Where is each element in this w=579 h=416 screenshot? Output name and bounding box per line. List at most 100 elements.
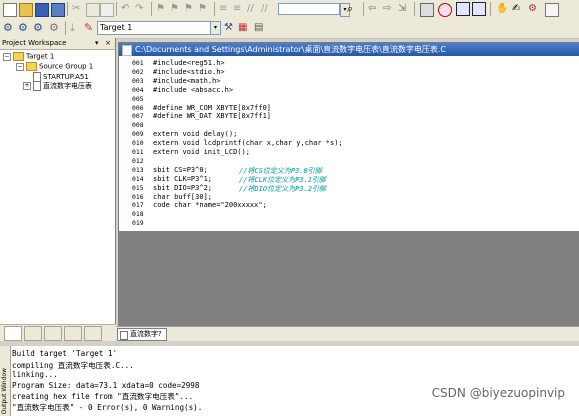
line-number: 004 bbox=[132, 85, 144, 94]
workspace-tabs bbox=[0, 324, 116, 341]
code-text: extern void lcdprintf(char x,char y,char… bbox=[153, 139, 343, 148]
code-text: sbit DIO=P3^2; bbox=[153, 183, 213, 192]
clear-bookmarks-icon[interactable]: ⚑ bbox=[198, 3, 210, 15]
download-icon[interactable]: ⤓ bbox=[70, 22, 82, 34]
code-text: #define WR_COM XBYTE[0x7ff0] bbox=[153, 103, 272, 112]
select-device-icon[interactable]: ⚒ bbox=[224, 22, 236, 34]
bookmark-icon[interactable]: ⚑ bbox=[156, 3, 168, 15]
fold-column bbox=[150, 57, 152, 231]
line-number: 010 bbox=[132, 139, 144, 148]
code-line: #define WR_COM XBYTE[0x7ff0] bbox=[153, 104, 271, 112]
tree-item-main-c[interactable]: + 直流数字电压表 bbox=[23, 81, 92, 91]
save-all-icon[interactable] bbox=[51, 3, 65, 17]
registers-tab-icon[interactable] bbox=[24, 326, 42, 341]
rebuild-icon[interactable]: ⚙ bbox=[33, 22, 45, 34]
code-line: extern void init_LCD(); bbox=[153, 148, 250, 156]
hand-icon[interactable]: ✋ bbox=[496, 3, 508, 15]
line-number: 019 bbox=[132, 219, 144, 228]
group-folder-icon bbox=[26, 62, 37, 71]
code-line: #include<math.h> bbox=[153, 77, 220, 85]
open-folder-icon[interactable] bbox=[19, 3, 33, 17]
code-text: #define WR_DAT XBYTE[0x7ff1] bbox=[153, 112, 272, 121]
code-line: #include<reg51.h> bbox=[153, 59, 225, 67]
line-number: 015 bbox=[132, 183, 144, 192]
stop-build-icon[interactable]: ⚙ bbox=[49, 22, 61, 34]
nav-back-icon[interactable]: ⇦ bbox=[368, 3, 380, 15]
manage-components-icon[interactable]: ▦ bbox=[238, 22, 250, 34]
collapse-icon[interactable]: − bbox=[16, 62, 24, 71]
line-number-gutter: 001 002 003 004 005 006 007 008 009 010 011 012 013 0… bbox=[119, 57, 149, 231]
debug-icon[interactable] bbox=[438, 3, 452, 17]
code-text: #include<math.h> bbox=[153, 76, 221, 85]
functions-tab-icon[interactable] bbox=[64, 326, 82, 341]
configure-icon[interactable]: ⚙ bbox=[528, 3, 540, 15]
output-line: Program Size: data=73.1 xdata=0 code=299… bbox=[12, 380, 200, 390]
tab-main-c[interactable]: 直流数字? bbox=[117, 328, 167, 341]
line-number: 005 bbox=[132, 94, 144, 103]
new-file-icon[interactable] bbox=[3, 3, 17, 17]
templates-tab-icon[interactable] bbox=[84, 326, 102, 341]
tree-item-source-group[interactable]: − Source Group 1 bbox=[16, 62, 93, 72]
output-window: Output Window Build target 'Target 1' com… bbox=[0, 344, 579, 416]
target-select[interactable]: Target 1 bbox=[97, 21, 213, 35]
line-number: 018 bbox=[132, 210, 144, 219]
expand-icon[interactable]: + bbox=[23, 82, 31, 90]
pin-icon[interactable]: ▾ bbox=[95, 38, 99, 49]
save-icon[interactable] bbox=[35, 3, 49, 17]
output-line: compiling 直流数字电压表.C... bbox=[12, 360, 134, 370]
nav-forward-icon[interactable]: ⇨ bbox=[383, 3, 395, 15]
build-icon[interactable]: ⚙ bbox=[18, 22, 30, 34]
watermark: CSDN @biyezuopinvip bbox=[431, 386, 565, 400]
books-tab-icon[interactable] bbox=[44, 326, 62, 341]
redo-icon[interactable]: ↷ bbox=[135, 3, 147, 15]
build-toolbar: ⚙ ⚙ ⚙ ⚙ ⤓ ✎ Target 1 ▾ ⚒ ▦ ▤ bbox=[0, 18, 579, 39]
options-for-target-icon[interactable]: ✎ bbox=[84, 22, 96, 34]
next-bookmark-icon[interactable]: ⚑ bbox=[184, 3, 196, 15]
print-icon[interactable] bbox=[420, 3, 434, 17]
line-number: 011 bbox=[132, 148, 144, 156]
code-text: char buff[30]; bbox=[153, 192, 213, 201]
target-folder-icon bbox=[13, 52, 24, 61]
line-number: 003 bbox=[132, 76, 144, 85]
line-number: 016 bbox=[132, 192, 144, 201]
output-line: linking... bbox=[12, 370, 58, 379]
line-number: 013 bbox=[132, 165, 144, 174]
binoculars-icon[interactable]: ⌕ bbox=[347, 3, 359, 15]
indent-icon[interactable]: ≡ bbox=[219, 3, 231, 15]
help-icon[interactable] bbox=[545, 3, 559, 17]
code-line: extern void delay(); bbox=[153, 130, 237, 138]
editor-tab-bar: 直流数字? bbox=[116, 326, 579, 341]
output-side-bar: Output Window bbox=[0, 346, 11, 416]
find-in-files-icon[interactable]: ⇲ bbox=[398, 3, 410, 15]
unindent-icon[interactable]: ≡ bbox=[233, 3, 245, 15]
code-line: code char *name="200xxxxx"; bbox=[153, 201, 267, 209]
paste-icon[interactable] bbox=[100, 3, 114, 17]
output-line: creating hex file from "直流数字电压表"... bbox=[12, 392, 194, 401]
collapse-icon[interactable]: − bbox=[3, 52, 11, 61]
copy-icon[interactable] bbox=[86, 3, 100, 17]
workspace-window-icon[interactable] bbox=[456, 2, 470, 16]
code-text: #include<reg51.h> bbox=[153, 59, 225, 67]
cut-icon[interactable]: ✂ bbox=[72, 3, 84, 15]
translate-icon[interactable]: ⚙ bbox=[3, 22, 15, 34]
code-line: extern void lcdprintf(char x,char y,char… bbox=[153, 139, 343, 147]
undo-icon[interactable]: ↶ bbox=[121, 3, 133, 15]
prev-bookmark-icon[interactable]: ⚑ bbox=[170, 3, 182, 15]
line-number: 006 bbox=[132, 103, 144, 112]
comment-icon[interactable]: // bbox=[247, 3, 259, 15]
find-combo[interactable] bbox=[278, 3, 340, 15]
output-window-icon[interactable] bbox=[472, 2, 486, 16]
document-icon bbox=[120, 331, 128, 340]
output-line: "直流数字电压表" - 0 Error(s), 0 Warning(s). bbox=[12, 402, 203, 412]
multi-project-icon[interactable]: ▤ bbox=[254, 22, 266, 34]
uncomment-icon[interactable]: // bbox=[261, 3, 273, 15]
mdi-background bbox=[118, 231, 579, 326]
target-dropdown-arrow[interactable]: ▾ bbox=[210, 21, 221, 35]
close-icon[interactable]: × bbox=[105, 38, 111, 49]
output-line: Build target 'Target 1' bbox=[12, 349, 118, 358]
code-line: #include<stdio.h> bbox=[153, 68, 225, 76]
tools-icon[interactable]: ✍ bbox=[512, 3, 524, 15]
file-icon bbox=[33, 81, 41, 91]
files-tab-icon[interactable] bbox=[4, 326, 22, 341]
tree-item-target[interactable]: − Target 1 bbox=[3, 52, 54, 62]
